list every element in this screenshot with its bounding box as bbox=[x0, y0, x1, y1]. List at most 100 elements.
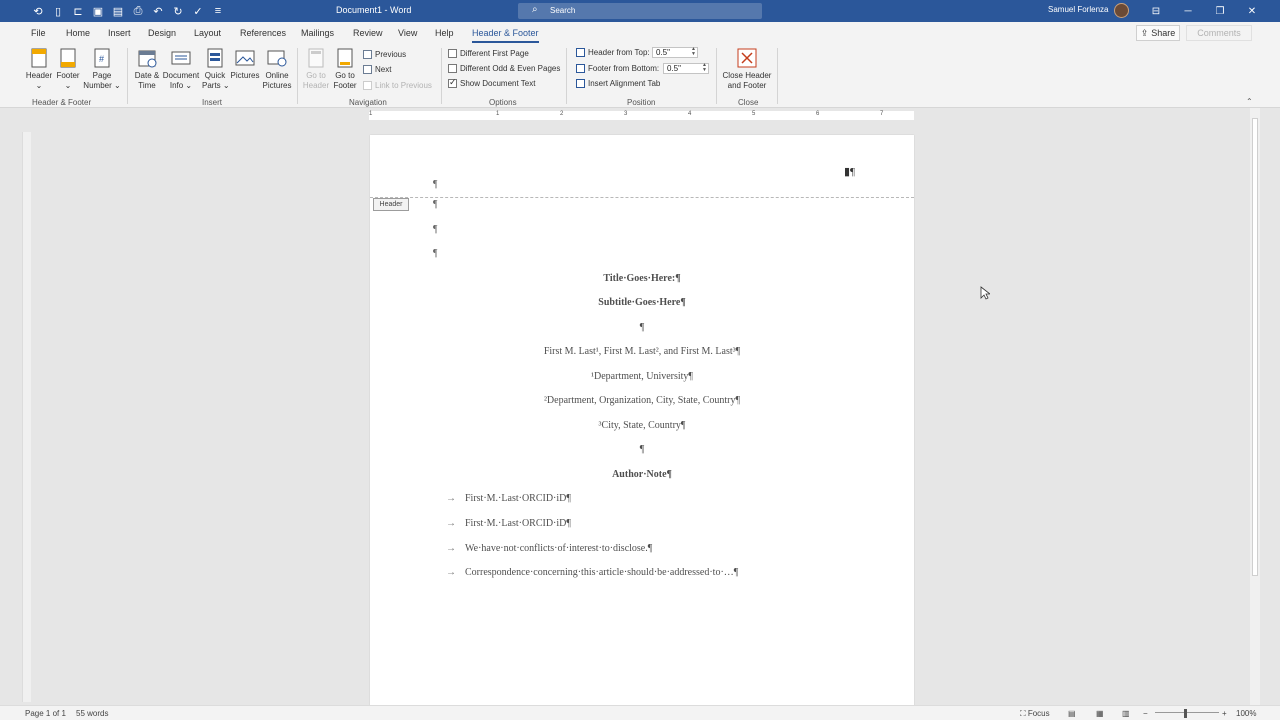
tab-file[interactable]: File bbox=[31, 28, 46, 38]
paper-subtitle: Subtitle·Goes·Here¶ bbox=[598, 297, 686, 308]
horizontal-ruler[interactable]: 1 1 2 3 4 5 6 7 bbox=[369, 111, 914, 120]
spinner-icon[interactable]: ▲ ▼ bbox=[691, 47, 696, 57]
quick-access-toolbar: ⟲ ▯ ⊏ ▣ ▤ ⎙ ↶ ↻ ✓ ≡ bbox=[30, 3, 226, 19]
go-to-footer-button[interactable]: Go to Footer bbox=[331, 47, 359, 91]
footer-from-bottom-input[interactable]: 0.5" ▲ ▼ bbox=[663, 63, 709, 74]
header-label: Header bbox=[25, 71, 53, 80]
restore-icon[interactable]: ❐ bbox=[1204, 0, 1236, 22]
different-first-page-checkbox[interactable]: Different First Page bbox=[448, 47, 529, 59]
document-info-button[interactable]: Document Info ⌄ bbox=[161, 47, 201, 91]
next-button[interactable]: Next bbox=[363, 63, 391, 75]
list-item-text: Correspondence·concerning·this·article·s… bbox=[465, 567, 739, 578]
save-as-icon[interactable]: ▤ bbox=[110, 3, 126, 19]
group-separator bbox=[716, 48, 717, 104]
avatar[interactable] bbox=[1114, 3, 1129, 18]
quick-parts-label-1: Quick bbox=[204, 71, 226, 80]
user-name[interactable]: Samuel Forlenza bbox=[1048, 5, 1108, 14]
tab-home[interactable]: Home bbox=[66, 28, 90, 38]
search-label: Search bbox=[550, 6, 576, 15]
word-count[interactable]: 55 words bbox=[76, 709, 108, 718]
group-separator bbox=[297, 48, 298, 104]
status-bar: Page 1 of 1 55 words ⛶ Focus ▤ ▦ ▥ − + 1… bbox=[0, 705, 1280, 720]
header-tag: Header bbox=[373, 198, 409, 211]
tab-view[interactable]: View bbox=[398, 28, 417, 38]
scrollbar-thumb[interactable] bbox=[1252, 118, 1258, 576]
zoom-slider[interactable] bbox=[1155, 712, 1219, 713]
tab-references[interactable]: References bbox=[240, 28, 286, 38]
insert-alignment-tab-button[interactable]: Insert Alignment Tab bbox=[576, 77, 660, 89]
open-icon[interactable]: ⊏ bbox=[70, 3, 86, 19]
collapse-ribbon-icon[interactable]: ⌃ bbox=[1246, 97, 1253, 106]
paper-title: Title·Goes·Here:¶ bbox=[603, 273, 681, 284]
quick-parts-button[interactable]: Quick Parts ⌄ bbox=[202, 47, 230, 91]
footer-icon bbox=[60, 48, 76, 68]
minimize-icon[interactable]: ─ bbox=[1172, 0, 1204, 22]
ribbon-display-icon[interactable]: ⊟ bbox=[1140, 0, 1172, 22]
tab-help[interactable]: Help bbox=[435, 28, 454, 38]
autosave-icon[interactable]: ⟲ bbox=[30, 3, 46, 19]
web-layout-icon[interactable]: ▥ bbox=[1122, 709, 1130, 718]
tab-header-footer[interactable]: Header & Footer bbox=[472, 28, 539, 43]
page-number-label-2: Number bbox=[83, 81, 112, 90]
online-pictures-button[interactable]: Online Pictures bbox=[261, 47, 293, 91]
pictures-button[interactable]: Pictures bbox=[230, 47, 260, 81]
blank-line: ¶ bbox=[639, 444, 645, 455]
tab-arrow: → bbox=[446, 567, 456, 578]
close-header-footer-button[interactable]: Close Header and Footer bbox=[720, 47, 774, 91]
save-icon[interactable]: ▣ bbox=[90, 3, 106, 19]
tab-insert[interactable]: Insert bbox=[108, 28, 131, 38]
next-label: Next bbox=[375, 64, 392, 74]
comments-button[interactable]: Comments bbox=[1186, 25, 1252, 41]
print-layout-icon[interactable]: ▦ bbox=[1096, 709, 1104, 718]
vertical-scrollbar[interactable] bbox=[1250, 108, 1260, 705]
print-icon[interactable]: ⎙ bbox=[130, 3, 146, 19]
zoom-out-icon[interactable]: − bbox=[1143, 709, 1148, 718]
header-from-top-input[interactable]: 0.5" ▲ ▼ bbox=[652, 47, 698, 58]
insert-alignment-tab-label: Insert Alignment Tab bbox=[588, 78, 661, 88]
footer-button[interactable]: Footer ⌄ bbox=[54, 47, 82, 91]
redo-icon[interactable]: ↻ bbox=[170, 3, 186, 19]
footer-from-bottom-label: Footer from Bottom: bbox=[576, 62, 659, 74]
document-page[interactable]: ▮¶ ¶ Header ¶ ¶ ¶ Title·Goes·Here:¶ Subt… bbox=[370, 135, 914, 707]
footer-label: Footer bbox=[56, 71, 80, 80]
share-button[interactable]: ⇪ Share bbox=[1136, 25, 1180, 41]
spelling-icon[interactable]: ✓ bbox=[190, 3, 206, 19]
focus-icon: ⛶ bbox=[1020, 709, 1028, 718]
customize-icon[interactable]: ≡ bbox=[210, 3, 226, 19]
zoom-level[interactable]: 100% bbox=[1236, 709, 1256, 718]
previous-button[interactable]: Previous bbox=[363, 48, 406, 60]
close-icon[interactable]: ✕ bbox=[1236, 0, 1268, 22]
different-odd-even-checkbox[interactable]: Different Odd & Even Pages bbox=[448, 62, 560, 74]
tab-design[interactable]: Design bbox=[148, 28, 176, 38]
tab-arrow: → bbox=[446, 543, 456, 554]
different-first-page-label: Different First Page bbox=[460, 48, 529, 58]
tab-mailings[interactable]: Mailings bbox=[301, 28, 334, 38]
link-to-previous-button[interactable]: Link to Previous bbox=[363, 79, 432, 91]
tab-arrow: → bbox=[446, 518, 456, 529]
author-line: First M. Last¹, First M. Last², and Firs… bbox=[543, 346, 741, 357]
page-count[interactable]: Page 1 of 1 bbox=[25, 709, 66, 718]
search-box[interactable]: ⌕ Search bbox=[518, 3, 762, 19]
group-separator bbox=[777, 48, 778, 104]
page-number-button[interactable]: # Page Number ⌄ bbox=[82, 47, 122, 91]
next-icon bbox=[363, 64, 372, 74]
tab-review[interactable]: Review bbox=[353, 28, 383, 38]
header-button[interactable]: Header ⌄ bbox=[25, 47, 53, 91]
date-time-button[interactable]: Date & Time bbox=[132, 47, 162, 91]
spinner-icon[interactable]: ▲ ▼ bbox=[702, 63, 707, 73]
focus-mode-button[interactable]: ⛶ Focus bbox=[1020, 709, 1050, 719]
header-from-top-text: Header from Top: bbox=[588, 47, 650, 57]
read-mode-icon[interactable]: ▤ bbox=[1068, 709, 1076, 718]
tab-layout[interactable]: Layout bbox=[194, 28, 221, 38]
blank-line: ¶ bbox=[639, 322, 645, 333]
vertical-ruler[interactable] bbox=[22, 132, 31, 702]
undo-icon[interactable]: ↶ bbox=[150, 3, 166, 19]
zoom-in-icon[interactable]: + bbox=[1222, 709, 1227, 718]
header-boundary bbox=[370, 197, 914, 198]
focus-label: Focus bbox=[1027, 709, 1050, 718]
zoom-slider-thumb[interactable] bbox=[1184, 709, 1187, 718]
go-to-header-icon bbox=[308, 48, 324, 68]
go-to-header-button[interactable]: Go to Header bbox=[302, 47, 330, 91]
new-doc-icon[interactable]: ▯ bbox=[50, 3, 66, 19]
show-document-text-checkbox[interactable]: Show Document Text bbox=[448, 77, 535, 89]
